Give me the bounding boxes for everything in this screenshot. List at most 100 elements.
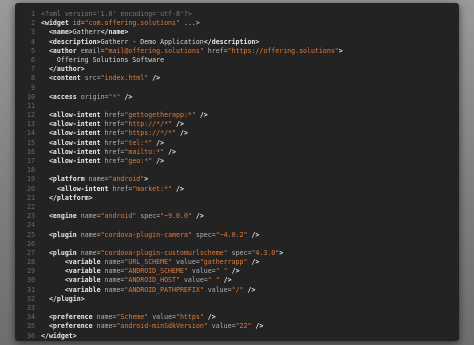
code-line: 31 <variable name="ANDROID_PATHPREFIX" v…: [15, 286, 459, 295]
line-text: <allow-intent href="mailto:*" />: [41, 148, 176, 157]
token-tag: </platform>: [48, 193, 93, 202]
token-tag: <platform: [48, 175, 89, 184]
code-line: 22: [15, 203, 459, 212]
token-attr: origin=: [80, 92, 109, 101]
token-attr: value=: [179, 276, 208, 285]
code-line: 6 Offering Solutions Software: [15, 56, 459, 65]
line-text: <preference name="android-minSdkVersion"…: [41, 322, 263, 331]
token-val: "android": [108, 175, 145, 184]
token-tag: />: [251, 322, 264, 331]
code-line: 9: [15, 84, 459, 93]
token-tag: <description>: [48, 37, 101, 46]
line-text: <preference name="Scheme" value="https" …: [41, 313, 216, 322]
token-val: "market:*": [132, 184, 173, 193]
token-tag: />: [176, 129, 188, 138]
token-attr: href=: [104, 138, 125, 147]
line-text: <content src="index.html" />: [41, 74, 160, 83]
code-line: 3 <name>Gatherr</name>: [15, 28, 459, 37]
token-tag: />: [120, 92, 133, 101]
token-attr: value=: [203, 285, 232, 294]
code-line: 20 <allow-intent href="market:*" />: [15, 185, 459, 194]
token-tag: />: [243, 285, 256, 294]
line-number: 16: [27, 147, 35, 156]
line-text: <allow-intent href="http://*/*" />: [41, 120, 184, 129]
token-tag: />: [227, 267, 240, 276]
token-tag: </name>: [100, 28, 129, 37]
token-tag: </plugin>: [48, 294, 85, 303]
line-text: </widget>: [41, 332, 77, 341]
token-text: ...>: [179, 19, 200, 28]
token-val: " ": [207, 276, 220, 285]
token-attr: name=: [104, 267, 125, 276]
line-text: <access origin="*" />: [41, 93, 132, 102]
line-number: 20: [27, 184, 35, 193]
line-text: <?xml version='1.0' encoding='utf-8'?>: [41, 10, 192, 19]
code-line: 17 <allow-intent href="geo:*" />: [15, 157, 459, 166]
token-tag: <widget: [41, 19, 73, 28]
line-text: <allow-intent href="geo:*" />: [41, 157, 164, 166]
token-tag: <engine: [48, 212, 81, 221]
token-tag: />: [247, 230, 260, 239]
line-number: 25: [27, 230, 35, 239]
line-number: 33: [27, 304, 35, 312]
line-number: 5: [31, 46, 35, 55]
token-val: " ": [215, 267, 228, 276]
token-tag: <variable: [64, 258, 105, 267]
token-attr: email=: [80, 46, 105, 55]
line-number: 35: [27, 322, 35, 331]
token-val: "mailto:*": [124, 147, 165, 156]
line-number: 11: [27, 101, 35, 110]
token-attr: name=: [80, 248, 101, 257]
token-tag: />: [152, 157, 165, 165]
token-val: "mail@offering.solutions": [104, 46, 204, 55]
token-tag: />: [148, 74, 161, 83]
code-line: 26: [15, 240, 459, 249]
token-decl: <?xml version='1.0' encoding='utf-8'?>: [41, 10, 192, 18]
token-attr: href=: [104, 157, 125, 165]
line-text: <author email="mail@offering.solutions" …: [41, 47, 343, 56]
line-number: 9: [31, 83, 35, 92]
line-text: <variable name="ANDROID_SCHEME" value=" …: [41, 267, 240, 276]
code-line: 15 <allow-intent href="tel:*" />: [15, 139, 459, 148]
line-number: 36: [27, 331, 35, 340]
line-text: <variable name="URL_SCHEME" value="gathe…: [41, 258, 260, 267]
token-val: "gettogetherapp:*": [124, 111, 196, 120]
token-tag: <allow-intent: [48, 129, 105, 138]
token-val: "22": [235, 322, 252, 331]
code-line: 1 <?xml version='1.0' encoding='utf-8'?>: [15, 10, 459, 19]
token-tag: <allow-intent: [48, 157, 105, 165]
code-listing: 1 <?xml version='1.0' encoding='utf-8'?> 2…: [15, 10, 459, 341]
token-val: "~4.0.2": [215, 230, 248, 239]
code-line: 34 <preference name="Scheme" value="http…: [15, 313, 459, 322]
token-tag: >: [338, 46, 343, 55]
line-number: 6: [31, 55, 35, 64]
code-line: 27 <plugin name="cordova-plugin-customur…: [15, 249, 459, 258]
code-line: 28 <variable name="URL_SCHEME" value="ga…: [15, 258, 459, 267]
line-number: 14: [27, 129, 35, 138]
token-tag: />: [172, 184, 184, 193]
token-tag: >: [144, 175, 149, 184]
code-line: 18: [15, 166, 459, 175]
code-line: 5 <author email="mail@offering.solutions…: [15, 47, 459, 56]
token-tag: </description>: [203, 37, 260, 46]
line-text: </author>: [41, 65, 85, 74]
line-text: <allow-intent href="https://*/*" />: [41, 129, 188, 138]
token-tag: <allow-intent: [48, 120, 105, 129]
token-val: "index.html": [100, 74, 149, 83]
token-val: "/": [231, 285, 244, 294]
token-tag: >: [279, 248, 284, 257]
token-tag: <plugin: [48, 230, 81, 239]
token-text: Gatherr - Demo Application: [100, 37, 204, 46]
token-val: "cordova-plugin-camera": [100, 230, 192, 239]
